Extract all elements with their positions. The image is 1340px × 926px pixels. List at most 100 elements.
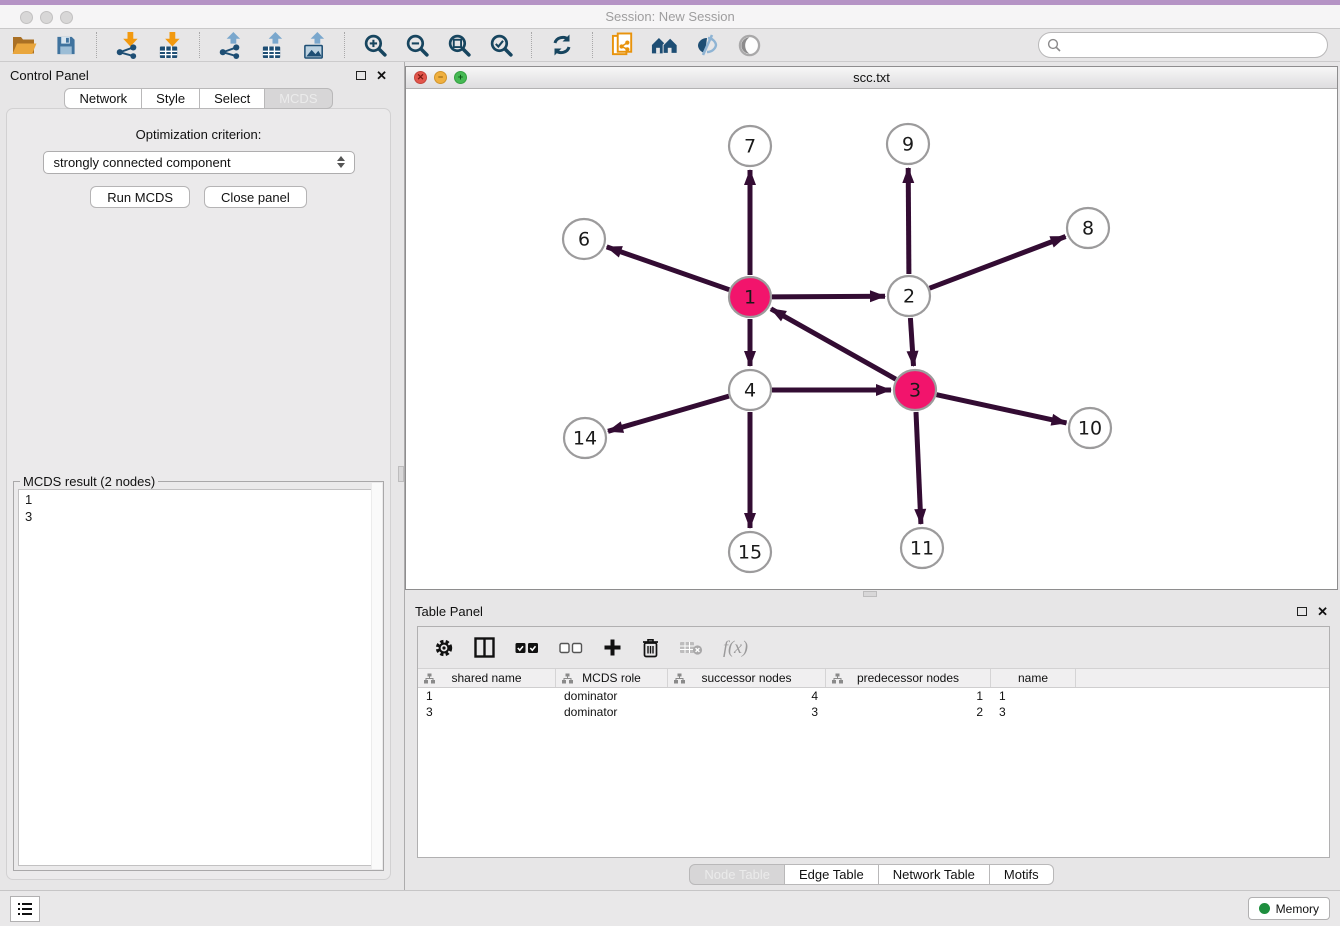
column-header-shared-name[interactable]: shared name [418,669,556,687]
import-network-button[interactable] [113,31,141,59]
graph-node-9[interactable]: 9 [887,124,929,164]
zoom-selected-button[interactable] [487,31,515,59]
tab-motifs[interactable]: Motifs [990,864,1054,885]
zoom-in-button[interactable] [361,31,389,59]
zoom-out-button[interactable] [403,31,431,59]
graph-node-10[interactable]: 10 [1069,408,1111,448]
open-session-button[interactable] [10,31,38,59]
deselect-all-columns-button[interactable] [559,636,583,660]
graph-edge-2-8[interactable] [930,237,1066,289]
mcds-result-text[interactable]: 13 [18,489,379,866]
close-panel-icon[interactable]: ✕ [376,69,387,82]
vertical-splitter[interactable] [397,62,405,890]
maximize-window-button[interactable] [60,11,73,24]
horizontal-splitter[interactable] [405,590,1338,598]
export-table-button[interactable] [258,31,286,59]
preview-button[interactable] [735,31,763,59]
column-header-predecessor-nodes[interactable]: predecessor nodes [826,669,991,687]
network-close-button[interactable]: ✕ [414,71,427,84]
table-cell[interactable]: 1 [826,688,991,704]
graph-node-4[interactable]: 4 [729,370,771,410]
table-row[interactable]: 3dominator323 [418,704,1329,720]
tab-edge-table[interactable]: Edge Table [785,864,879,885]
duplicate-network-button[interactable] [609,31,637,59]
column-header-successor-nodes[interactable]: successor nodes [668,669,826,687]
table-cell[interactable]: 3 [668,704,826,720]
table-row[interactable]: 1dominator411 [418,688,1329,704]
criterion-select[interactable]: strongly connected component [43,151,355,174]
search-input[interactable] [1038,32,1328,58]
graph-node-8[interactable]: 8 [1067,208,1109,248]
run-mcds-button[interactable]: Run MCDS [90,186,190,208]
table-cell[interactable]: 3 [991,704,1076,720]
network-window-titlebar[interactable]: ✕ − + scc.txt [406,67,1337,89]
column-header-mcds-role[interactable]: MCDS role [556,669,668,687]
table-settings-button[interactable] [434,636,454,660]
table-panel-title: Table Panel [415,604,1297,619]
import-table-button[interactable] [155,31,183,59]
splitter-handle[interactable] [398,466,404,482]
delete-row-button[interactable] [642,636,659,660]
memory-button[interactable]: Memory [1248,897,1330,920]
table-cell[interactable]: dominator [556,704,668,720]
graph-edge-2-3[interactable] [910,318,913,366]
show-columns-button[interactable] [474,636,495,660]
minimize-window-button[interactable] [40,11,53,24]
export-image-button[interactable] [300,31,328,59]
graph-edge-4-14[interactable] [608,396,729,431]
table-cell[interactable]: dominator [556,688,668,704]
graph-node-1[interactable]: 1 [729,277,771,317]
graph-node-3[interactable]: 3 [894,370,936,410]
graph-edge-1-2[interactable] [772,296,885,297]
splitter-handle[interactable] [863,591,877,597]
graph-node-14[interactable]: 14 [564,418,606,458]
graph-node-11[interactable]: 11 [901,528,943,568]
tab-style[interactable]: Style [142,88,200,109]
graph-node-2[interactable]: 2 [888,276,930,316]
graph-edge-3-1[interactable] [771,309,896,379]
refresh-icon [550,33,574,57]
column-header-name[interactable]: name [991,669,1076,687]
function-builder-button[interactable]: f(x) [723,636,748,660]
export-network-button[interactable] [216,31,244,59]
network-minimize-button[interactable]: − [434,71,447,84]
table-cell[interactable]: 3 [418,704,556,720]
table-cell[interactable]: 1 [991,688,1076,704]
graph-edge-2-9[interactable] [908,168,909,274]
tab-mcds[interactable]: MCDS [265,88,332,109]
graph-node-6[interactable]: 6 [563,219,605,259]
graph-edge-3-11[interactable] [916,412,921,524]
close-panel-button[interactable]: Close panel [204,186,307,208]
add-row-button[interactable] [603,636,622,660]
toggle-panels-button[interactable] [693,31,721,59]
svg-text:1: 1 [744,287,756,309]
select-all-columns-button[interactable] [515,636,539,660]
tab-network[interactable]: Network [64,88,142,109]
close-panel-icon[interactable]: ✕ [1317,605,1328,618]
delete-table-button[interactable] [679,636,703,660]
table-cell[interactable]: 2 [826,704,991,720]
float-panel-icon[interactable] [356,71,366,80]
network-canvas[interactable]: 7 9 6 8 1 2 4 3 14 10 15 11 [406,89,1337,589]
refresh-button[interactable] [548,31,576,59]
tab-select[interactable]: Select [200,88,265,109]
list-icon [18,903,33,916]
graph-node-7[interactable]: 7 [729,126,771,166]
table-cell[interactable]: 1 [418,688,556,704]
home-button[interactable] [651,31,679,59]
result-scrollbar[interactable] [371,483,382,869]
network-zoom-button[interactable]: + [454,71,467,84]
tab-network-table[interactable]: Network Table [879,864,990,885]
save-session-button[interactable] [52,31,80,59]
zoom-fit-button[interactable] [445,31,473,59]
graph-node-15[interactable]: 15 [729,532,771,572]
toolbar-separator [531,32,532,58]
float-panel-icon[interactable] [1297,607,1307,616]
graph-edge-3-10[interactable] [937,395,1067,423]
close-window-button[interactable] [20,11,33,24]
graph-edge-1-6[interactable] [607,247,730,290]
tab-node-table[interactable]: Node Table [689,864,785,885]
window-title: Session: New Session [605,9,734,24]
task-history-button[interactable] [10,896,40,922]
table-cell[interactable]: 4 [668,688,826,704]
